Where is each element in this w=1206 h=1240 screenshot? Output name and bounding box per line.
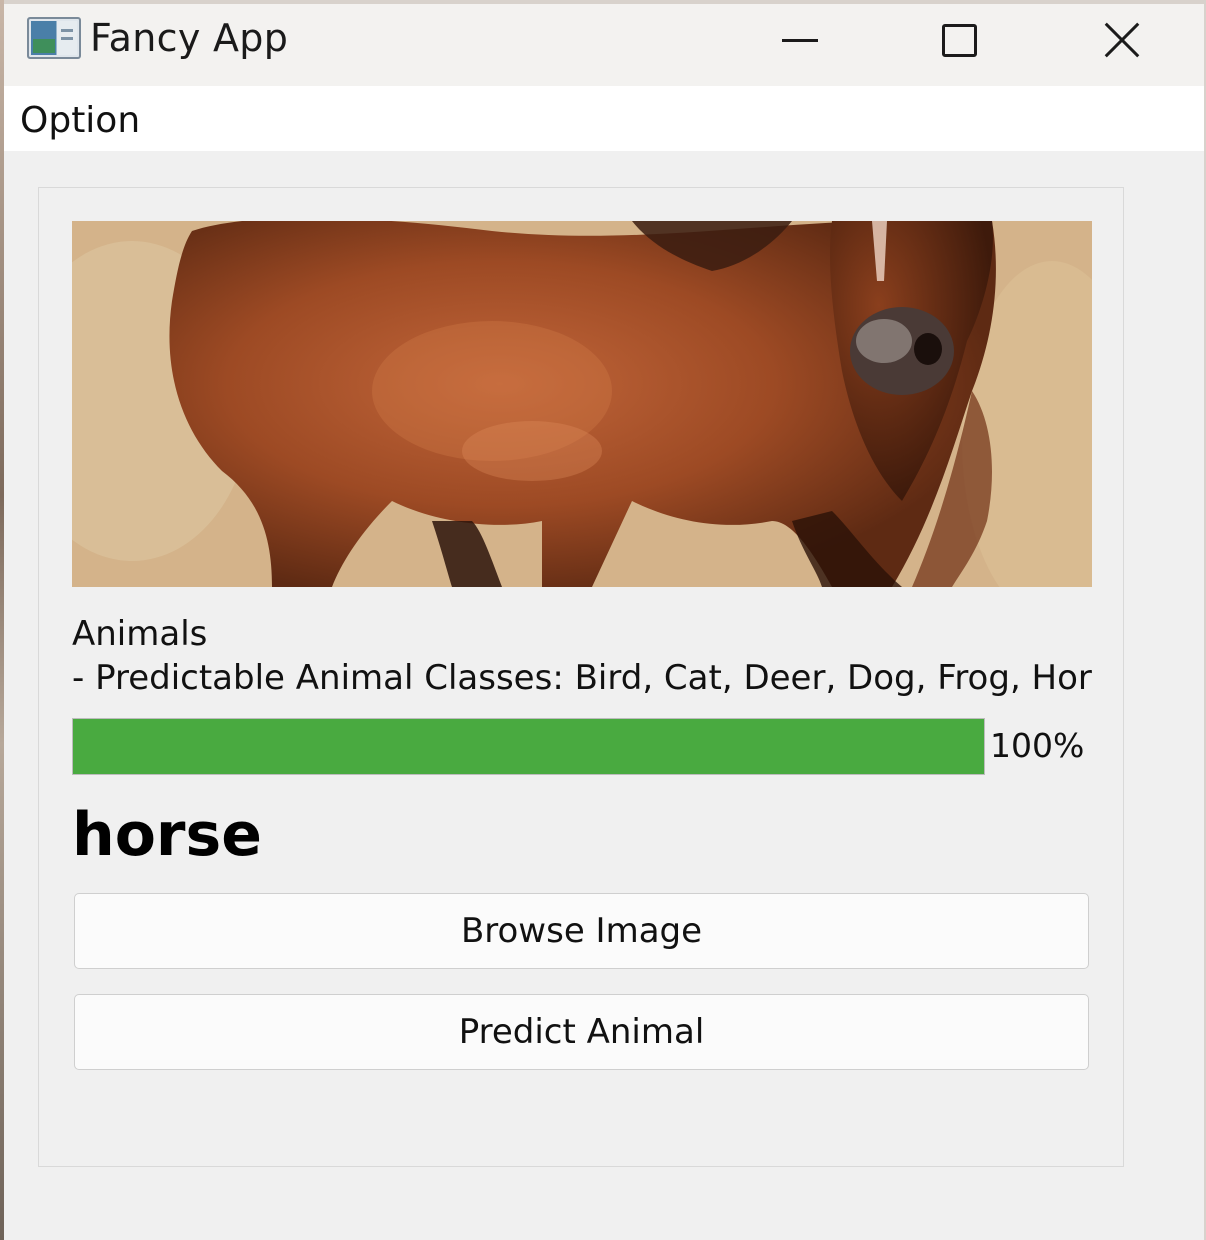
minimize-icon [782, 38, 818, 42]
progress-label: 100% [990, 726, 1085, 765]
window-title: Fancy App [90, 16, 289, 60]
prediction-label: horse [72, 800, 262, 870]
info-heading: Animals [72, 614, 208, 654]
animal-image [72, 221, 1092, 587]
menu-bar: Option [4, 86, 1204, 151]
title-bar[interactable]: Fancy App [4, 4, 1204, 86]
app-window-icon [27, 17, 81, 59]
maximize-icon [941, 23, 977, 57]
app-window: Fancy App Option Animals - Predictable A… [4, 4, 1204, 1240]
info-classes: - Predictable Animal Classes: Bird, Cat,… [72, 658, 1092, 698]
main-panel: Animals - Predictable Animal Classes: Bi… [38, 187, 1124, 1167]
browse-image-button[interactable]: Browse Image [74, 893, 1089, 969]
progress-fill [73, 719, 984, 774]
progress-track [72, 718, 985, 775]
close-icon [1103, 21, 1141, 59]
menu-item-option[interactable]: Option [18, 100, 142, 141]
predict-animal-button[interactable]: Predict Animal [74, 994, 1089, 1070]
maximize-button[interactable] [879, 4, 1039, 86]
confidence-progress: 100% [72, 718, 1092, 775]
minimize-button[interactable] [720, 4, 880, 86]
info-text: Animals - Predictable Animal Classes: Bi… [72, 612, 1092, 700]
close-button[interactable] [1042, 4, 1202, 86]
